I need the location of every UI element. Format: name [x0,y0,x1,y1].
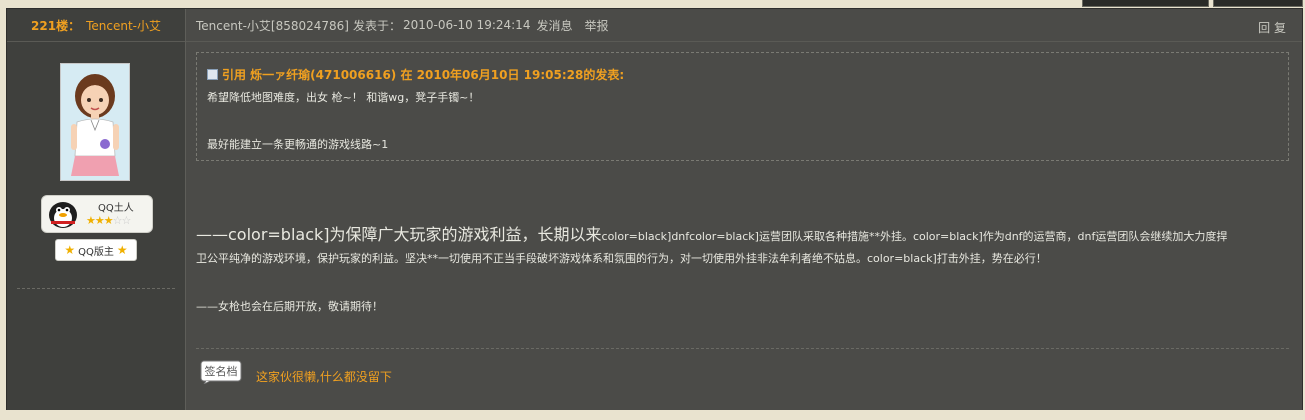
avatar[interactable] [60,63,130,181]
moderator-badge: ★ QQ版主 ★ [55,239,137,261]
reply-link[interactable]: 回 复 [1258,19,1286,36]
forum-post: 221楼： Tencent-小艾 QQ土人 ★★★☆☆ ★ QQ版主 ★ Ten… [6,8,1303,412]
top-tab[interactable] [1213,0,1303,7]
quote-header-text: 引用 烁一ァ纤瑜(471006616) 在 2010年06月10日 19:05:… [222,68,625,82]
author-id[interactable]: Tencent-小艾[858024786] [196,17,349,34]
quote-icon [207,69,218,80]
signature-divider [196,348,1289,349]
body-big-text: ——color=black] [196,225,330,244]
rank-stars: ★★★☆☆ [86,214,131,227]
report-link[interactable]: 举报 [584,17,608,34]
author-name[interactable]: Tencent-小艾 [86,17,161,34]
bottom-strip [0,410,1305,420]
body-small-text: color=black]dnfcolor=black]运营团队采取各种措施**外… [601,230,1228,243]
quote-line: 希望降低地图难度，出女 枪~！ 和谐wg，凳子手镯~！ [207,91,480,104]
floor-number: 221楼： [31,18,81,33]
post-meta-bar: Tencent-小艾[858024786] 发表于： 2010-06-10 19… [186,9,1302,42]
top-strip [0,0,1305,8]
author-sidebar: 221楼： Tencent-小艾 QQ土人 ★★★☆☆ ★ QQ版主 ★ [7,9,186,411]
penguin-icon [45,198,81,230]
body-line-1: ——color=black]为保障广大玩家的游戏利益，长期以来color=bla… [196,221,1227,245]
signature-icon-label: 签名档 [205,364,238,378]
body-big-text: 为保障广大玩家的游戏利益，长期以来 [329,225,602,244]
send-message-link[interactable]: 发消息 [536,17,572,34]
top-tab[interactable] [1082,0,1209,7]
posted-label: 发表于： [352,18,401,33]
signature-icon: 签名档 [200,358,244,386]
moderator-label: QQ版主 [78,246,114,258]
quote-header: 引用 烁一ァ纤瑜(471006616) 在 2010年06月10日 19:05:… [207,66,624,83]
body-line-3: ——女枪也会在后期开放，敬请期待！ [196,300,383,313]
posted-time: 2010-06-10 19:24:14 [403,18,531,32]
post-floor-header: 221楼： Tencent-小艾 [7,9,185,42]
rank-badge: QQ土人 ★★★☆☆ [41,195,153,233]
rank-name: QQ土人 [98,203,134,214]
star-icon: ★ [64,243,76,257]
signature-text: 这家伙很懒,什么都没留下 [256,370,392,384]
star-icon: ★ [116,243,128,257]
body-line-2: 卫公平纯净的游戏环境，保护玩家的利益。坚决**一切使用不正当手段破坏游戏体系和氛… [196,252,1047,265]
post-content: Tencent-小艾[858024786] 发表于： 2010-06-10 19… [186,9,1302,411]
quote-line: 最好能建立一条更畅通的游戏线路~1 [207,138,389,151]
quote-block: 引用 烁一ァ纤瑜(471006616) 在 2010年06月10日 19:05:… [196,52,1289,161]
divider [17,288,175,289]
